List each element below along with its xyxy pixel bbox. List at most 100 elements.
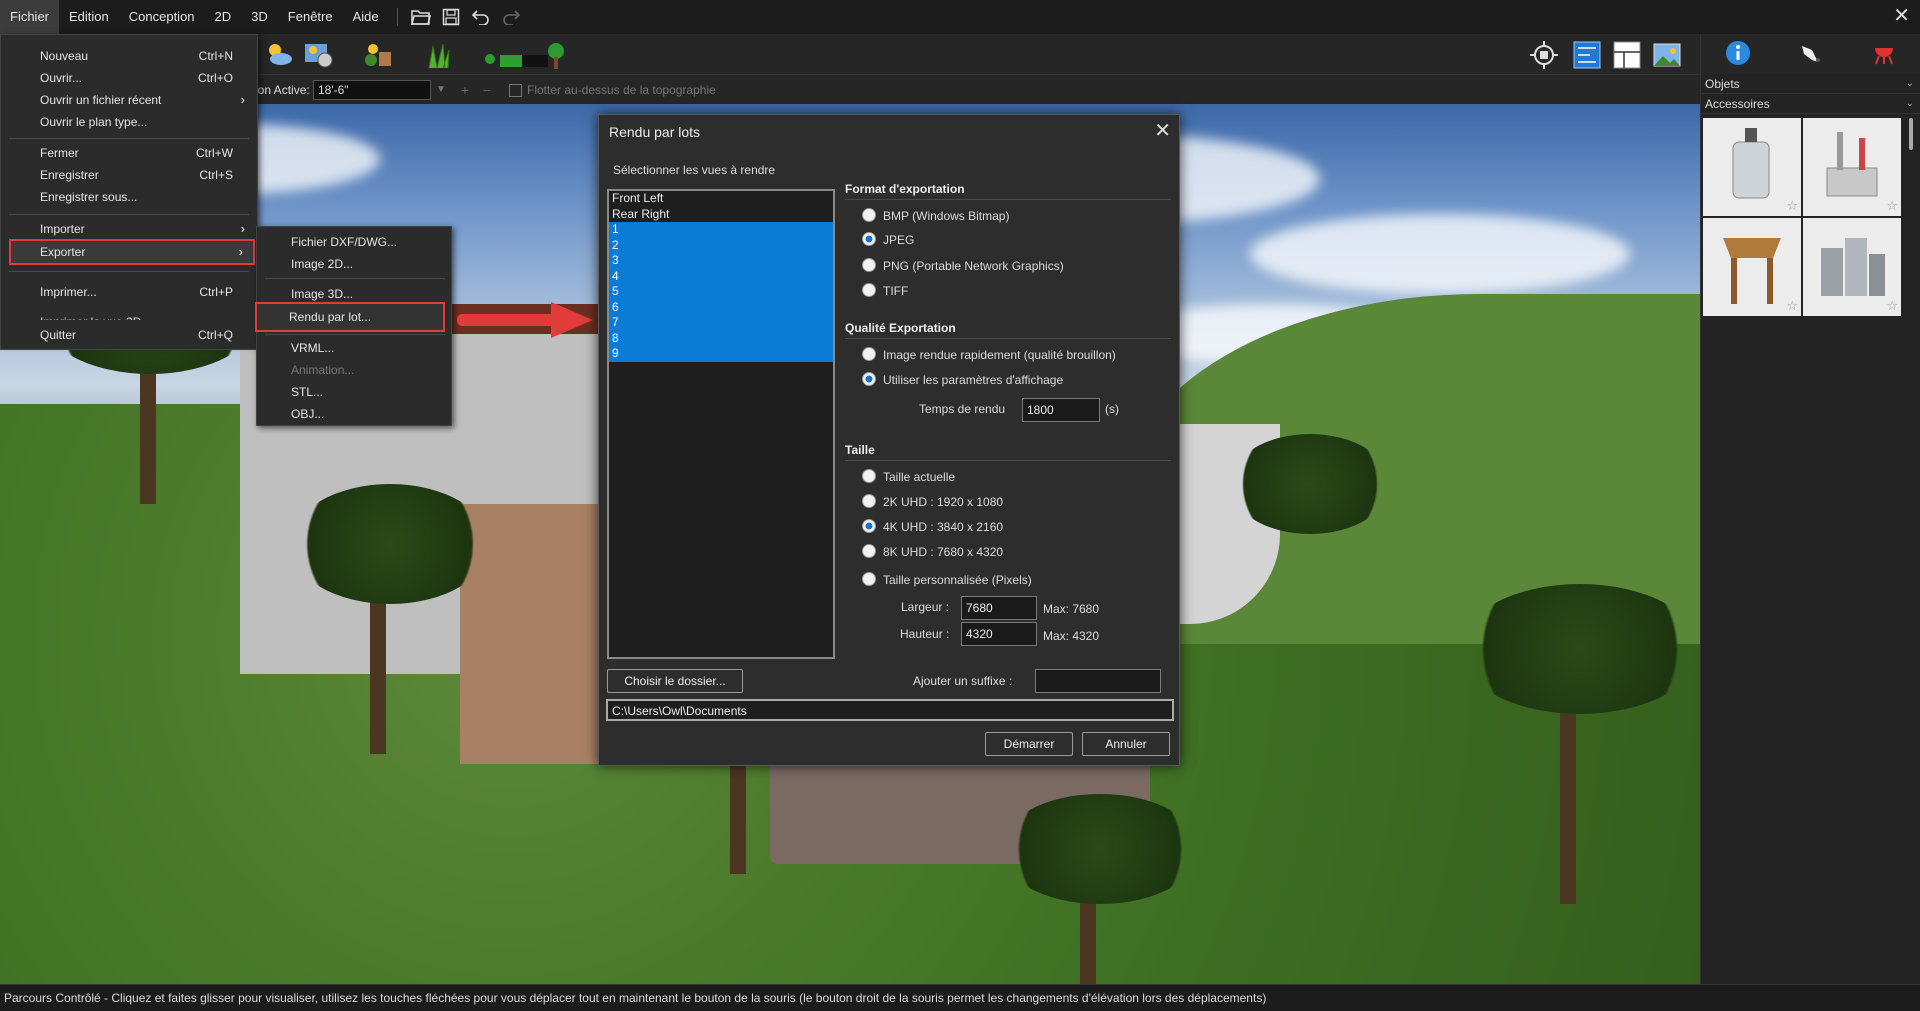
menu-item-vrml[interactable]: VRML... bbox=[257, 337, 451, 359]
radio-bmp[interactable] bbox=[862, 208, 876, 222]
sun-settings-icon[interactable] bbox=[302, 38, 336, 72]
plan-view-icon[interactable] bbox=[1570, 38, 1604, 72]
radio-display-settings[interactable] bbox=[862, 372, 876, 386]
layout-icon[interactable] bbox=[1610, 38, 1644, 72]
choose-folder-button[interactable]: Choisir le dossier... bbox=[607, 669, 743, 693]
divider bbox=[845, 460, 1171, 461]
list-item[interactable]: 5 bbox=[609, 284, 833, 300]
plus-icon[interactable]: + bbox=[456, 81, 474, 99]
menu-item-enregistrer-sous[interactable]: Enregistrer sous... bbox=[1, 186, 257, 208]
size-heading: Taille bbox=[845, 443, 875, 457]
menu-item-nouveau[interactable]: Nouveau Ctrl+N bbox=[1, 45, 257, 67]
menu-3d[interactable]: 3D bbox=[241, 0, 278, 34]
camera-target-icon[interactable] bbox=[1527, 38, 1561, 72]
elevation-input[interactable]: 18'-6" bbox=[313, 80, 431, 100]
terrain-icon[interactable] bbox=[482, 38, 568, 72]
minus-icon[interactable]: − bbox=[478, 81, 496, 99]
undo-icon[interactable] bbox=[468, 4, 494, 30]
star-icon[interactable]: ☆ bbox=[1886, 298, 1898, 314]
menu-item-importer[interactable]: Importer › bbox=[1, 218, 257, 240]
star-icon[interactable]: ☆ bbox=[1786, 198, 1798, 214]
views-list[interactable]: Front Left Rear Right 1 2 3 4 5 6 7 8 9 bbox=[607, 189, 835, 659]
radio-jpeg[interactable] bbox=[862, 232, 876, 246]
menu-edition[interactable]: Edition bbox=[59, 0, 119, 34]
list-item[interactable]: 9 bbox=[609, 346, 833, 362]
radio-2k[interactable] bbox=[862, 494, 876, 508]
accessories-dropdown[interactable]: Accessoires ⌄ bbox=[1701, 94, 1920, 114]
info-icon[interactable] bbox=[1725, 40, 1751, 69]
menu-fenetre[interactable]: Fenêtre bbox=[278, 0, 343, 34]
weather-icon[interactable] bbox=[262, 38, 296, 72]
radio-custom-size[interactable] bbox=[862, 572, 876, 586]
redo-icon[interactable] bbox=[498, 4, 524, 30]
batch-render-dialog: Rendu par lots ✕ Sélectionner les vues à… bbox=[598, 114, 1180, 766]
chevron-right-icon: › bbox=[240, 92, 245, 107]
star-icon[interactable]: ☆ bbox=[1886, 198, 1898, 214]
radio-tiff[interactable] bbox=[862, 283, 876, 297]
radio-label: PNG (Portable Network Graphics) bbox=[883, 259, 1064, 273]
close-icon[interactable]: ✕ bbox=[1154, 118, 1171, 143]
grass-icon[interactable] bbox=[422, 38, 456, 72]
list-item[interactable]: 4 bbox=[609, 268, 833, 284]
paint-brush-icon[interactable] bbox=[1798, 40, 1824, 69]
suffix-input[interactable] bbox=[1035, 669, 1161, 693]
height-input[interactable]: 4320 bbox=[961, 622, 1037, 646]
status-bar: Parcours Contrôlé - Cliquez et faites gl… bbox=[0, 984, 1920, 1011]
list-item[interactable]: 2 bbox=[609, 237, 833, 253]
close-app-button[interactable]: ✕ bbox=[1893, 3, 1910, 28]
library-scrollbar[interactable] bbox=[1909, 118, 1913, 150]
list-item[interactable]: 7 bbox=[609, 315, 833, 331]
list-item[interactable]: Rear Right bbox=[609, 207, 833, 223]
shortcut: Ctrl+N bbox=[198, 49, 233, 63]
radio-4k[interactable] bbox=[862, 519, 876, 533]
menu-item-fermer[interactable]: Fermer Ctrl+W bbox=[1, 142, 257, 164]
float-checkbox[interactable] bbox=[509, 84, 522, 97]
library-item-utensils[interactable]: ☆ bbox=[1803, 118, 1901, 216]
cancel-button[interactable]: Annuler bbox=[1082, 732, 1170, 756]
render-time-input[interactable]: 1800 bbox=[1022, 398, 1100, 422]
menu-item-imprimer[interactable]: Imprimer... Ctrl+P bbox=[1, 281, 257, 303]
radio-8k[interactable] bbox=[862, 544, 876, 558]
objects-dropdown[interactable]: Objets ⌄ bbox=[1701, 74, 1920, 94]
menu-item-recent[interactable]: Ouvrir un fichier récent › bbox=[1, 89, 257, 111]
menu-item-rendu-par-lot[interactable]: Rendu par lot... bbox=[255, 302, 445, 332]
menu-item-plan-type[interactable]: Ouvrir le plan type... bbox=[1, 111, 257, 133]
list-item[interactable]: 1 bbox=[609, 222, 833, 238]
menu-aide[interactable]: Aide bbox=[343, 0, 389, 34]
menu-item-dxf-dwg[interactable]: Fichier DXF/DWG... bbox=[257, 231, 451, 253]
folder-path-field[interactable]: C:\Users\Owl\Documents bbox=[606, 699, 1174, 721]
menu-item-enregistrer[interactable]: Enregistrer Ctrl+S bbox=[1, 164, 257, 186]
menu-item-stl[interactable]: STL... bbox=[257, 381, 451, 403]
library-item-stand[interactable]: ☆ bbox=[1703, 218, 1801, 316]
save-icon[interactable] bbox=[438, 4, 464, 30]
list-item[interactable]: 3 bbox=[609, 253, 833, 269]
library-item-containers[interactable]: ☆ bbox=[1803, 218, 1901, 316]
menu-item-label: Quitter bbox=[40, 328, 77, 342]
menu-item-obj[interactable]: OBJ... bbox=[257, 403, 451, 425]
menu-2d[interactable]: 2D bbox=[205, 0, 242, 34]
radio-current-size[interactable] bbox=[862, 469, 876, 483]
grill-icon[interactable] bbox=[1871, 40, 1897, 69]
picture-icon[interactable] bbox=[1650, 38, 1684, 72]
radio-draft-quality[interactable] bbox=[862, 347, 876, 361]
shortcut: Ctrl+Q bbox=[197, 328, 233, 342]
radio-label: 8K UHD : 7680 x 4320 bbox=[883, 545, 1004, 559]
menu-conception[interactable]: Conception bbox=[119, 0, 205, 34]
menu-item-image-2d[interactable]: Image 2D... bbox=[257, 253, 451, 275]
list-item[interactable]: 6 bbox=[609, 299, 833, 315]
menu-item-animation: Animation... bbox=[291, 363, 355, 377]
radio-png[interactable] bbox=[862, 258, 876, 272]
menu-item-quitter[interactable]: Quitter Ctrl+Q bbox=[0, 320, 258, 350]
menu-fichier[interactable]: Fichier bbox=[0, 0, 60, 34]
chevron-down-icon[interactable]: ▼ bbox=[433, 80, 449, 100]
start-button[interactable]: Démarrer bbox=[985, 732, 1073, 756]
menu-item-ouvrir[interactable]: Ouvrir... Ctrl+O bbox=[1, 67, 257, 89]
width-input[interactable]: 7680 bbox=[961, 596, 1037, 620]
menu-item-exporter[interactable]: Exporter › bbox=[9, 239, 255, 265]
library-item-jar[interactable]: ☆ bbox=[1703, 118, 1801, 216]
plants-icon[interactable] bbox=[362, 38, 396, 72]
folder-open-icon[interactable] bbox=[408, 4, 434, 30]
star-icon[interactable]: ☆ bbox=[1786, 298, 1798, 314]
list-item[interactable]: 8 bbox=[609, 330, 833, 346]
list-item[interactable]: Front Left bbox=[609, 191, 833, 207]
